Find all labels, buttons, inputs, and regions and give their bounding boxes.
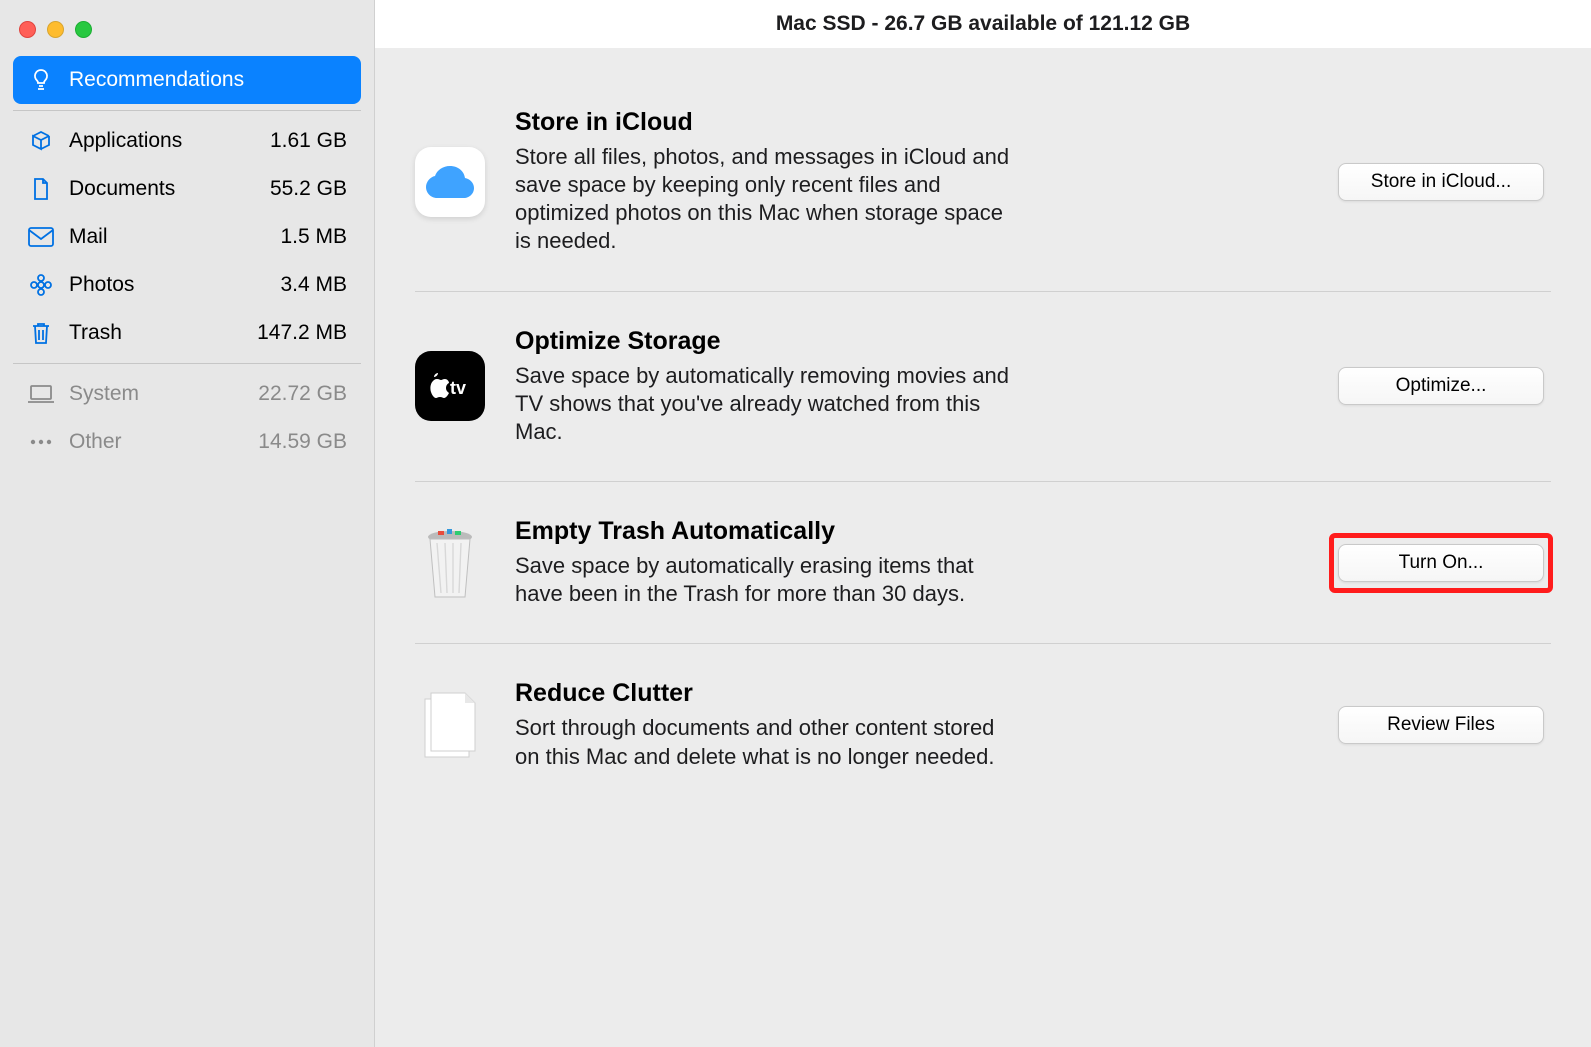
recommendation-text: Optimize Storage Save space by automatica… <box>515 327 1301 446</box>
recommendation-title: Store in iCloud <box>515 108 1301 137</box>
recommendation-description: Store all files, photos, and messages in… <box>515 143 1015 256</box>
traffic-lights <box>19 21 361 38</box>
sidebar-item-size: 55.2 GB <box>270 177 347 201</box>
empty-trash-automatically-button[interactable]: Turn On... <box>1338 544 1544 582</box>
sidebar-item-applications[interactable]: Applications1.61 GB <box>13 117 361 165</box>
flower-icon <box>27 271 55 299</box>
sidebar-item-size: 22.72 GB <box>258 382 347 406</box>
sidebar-item-mail[interactable]: Mail1.5 MB <box>13 213 361 261</box>
highlight-box: Turn On... <box>1329 533 1553 593</box>
sidebar-item-size: 1.61 GB <box>270 129 347 153</box>
sidebar-item-documents[interactable]: Documents55.2 GB <box>13 165 361 213</box>
icloud-icon <box>415 147 485 217</box>
reduce-clutter-button[interactable]: Review Files <box>1338 706 1544 744</box>
recommendation-title: Empty Trash Automatically <box>515 517 1301 546</box>
recommendation-action: Optimize... <box>1331 367 1551 405</box>
recommendation-text: Reduce Clutter Sort through documents and… <box>515 679 1301 770</box>
sidebar-item-trash[interactable]: Trash147.2 MB <box>13 309 361 357</box>
trashfull-icon <box>415 528 485 598</box>
minimize-window-button[interactable] <box>47 21 64 38</box>
store-in-icloud-button[interactable]: Store in iCloud... <box>1338 163 1544 201</box>
recommendation-action: Turn On... <box>1331 533 1551 593</box>
sidebar-item-label: Other <box>69 430 258 454</box>
recommendation-text: Empty Trash Automatically Save space by a… <box>515 517 1301 608</box>
sidebar-item-label: System <box>69 382 258 406</box>
sidebar-item-size: 14.59 GB <box>258 430 347 454</box>
recommendation-empty-trash-automatically: Empty Trash Automatically Save space by a… <box>415 482 1551 644</box>
sidebar-item-size: 147.2 MB <box>257 321 347 345</box>
main-area: Mac SSD - 26.7 GB available of 121.12 GB… <box>375 0 1591 1047</box>
window-title: Mac SSD - 26.7 GB available of 121.12 GB <box>375 0 1591 48</box>
sidebar-item-label: Photos <box>69 273 280 297</box>
sidebar-item-label: Mail <box>69 225 280 249</box>
recommendation-title: Reduce Clutter <box>515 679 1301 708</box>
trash-icon <box>27 319 55 347</box>
window: RecommendationsApplications1.61 GBDocume… <box>0 0 1591 1047</box>
sidebar-item-other[interactable]: Other14.59 GB <box>13 418 361 466</box>
doc-icon <box>27 175 55 203</box>
recommendation-reduce-clutter: Reduce Clutter Sort through documents and… <box>415 644 1551 805</box>
sidebar-item-label: Documents <box>69 177 270 201</box>
sidebar-item-label: Applications <box>69 129 270 153</box>
sidebar: RecommendationsApplications1.61 GBDocume… <box>0 0 375 1047</box>
recommendation-store-in-icloud: Store in iCloud Store all files, photos, … <box>415 108 1551 292</box>
recommendation-description: Save space by automatically removing mov… <box>515 362 1015 446</box>
recommendation-description: Sort through documents and other content… <box>515 714 1015 770</box>
recommendation-optimize-storage: tv Optimize Storage Save space by automati… <box>415 292 1551 482</box>
sidebar-item-recommendations[interactable]: Recommendations <box>13 56 361 104</box>
sidebar-item-system[interactable]: System22.72 GB <box>13 370 361 418</box>
close-window-button[interactable] <box>19 21 36 38</box>
dots-icon <box>27 428 55 456</box>
laptop-icon <box>27 380 55 408</box>
sidebar-item-photos[interactable]: Photos3.4 MB <box>13 261 361 309</box>
recommendation-text: Store in iCloud Store all files, photos, … <box>515 108 1301 256</box>
fullscreen-window-button[interactable] <box>75 21 92 38</box>
optimize-storage-button[interactable]: Optimize... <box>1338 367 1544 405</box>
apps-icon <box>27 127 55 155</box>
recommendation-description: Save space by automatically erasing item… <box>515 552 1015 608</box>
sidebar-item-label: Recommendations <box>69 68 347 92</box>
sidebar-item-size: 1.5 MB <box>280 225 347 249</box>
sidebar-item-label: Trash <box>69 321 257 345</box>
recommendations-content: Store in iCloud Store all files, photos, … <box>375 48 1591 1047</box>
recommendation-title: Optimize Storage <box>515 327 1301 356</box>
svg-text:tv: tv <box>450 378 466 398</box>
recommendation-action: Review Files <box>1331 706 1551 744</box>
lightbulb-icon <box>27 66 55 94</box>
docstack-icon <box>415 690 485 760</box>
mail-icon <box>27 223 55 251</box>
appletv-icon: tv <box>415 351 485 421</box>
sidebar-item-size: 3.4 MB <box>280 273 347 297</box>
recommendation-action: Store in iCloud... <box>1331 163 1551 201</box>
